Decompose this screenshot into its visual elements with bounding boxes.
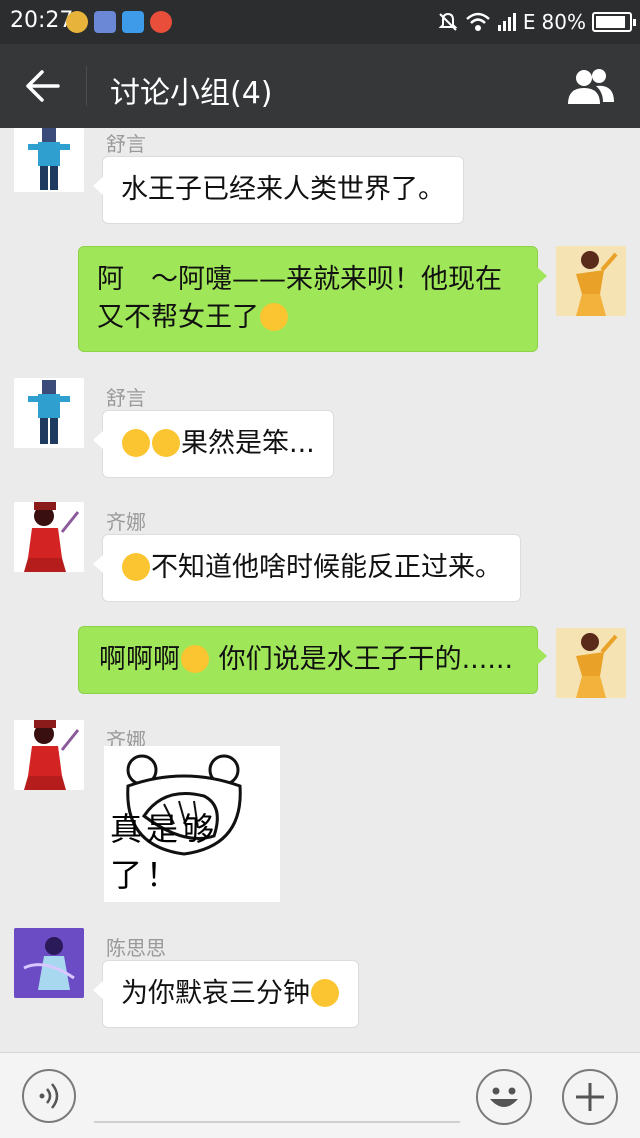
avatar-chensisi[interactable]: [14, 928, 84, 998]
message-input[interactable]: [94, 1073, 460, 1123]
avatar-me[interactable]: [556, 246, 626, 316]
back-arrow-icon[interactable]: [22, 68, 62, 104]
tears-of-joy-emoji-icon: [311, 979, 339, 1007]
message-text: 水王子已经来人类世界了。: [121, 174, 445, 205]
group-members-icon[interactable]: [566, 66, 616, 106]
message-text-line1: 阿 ～阿嚏——来就来呗！他现在: [97, 264, 502, 295]
battery-icon: [592, 12, 636, 32]
sticker-caption: 真是够了！: [110, 810, 219, 894]
unamused-emoji-icon: [152, 429, 180, 457]
more-actions-button[interactable]: [562, 1069, 618, 1125]
status-time: 20:27: [10, 8, 74, 33]
wifi-icon: [466, 12, 490, 31]
chat-title: 讨论小组(4): [110, 76, 273, 111]
message-bubble-mine[interactable]: 啊啊啊 你们说是水王子干的......: [78, 626, 547, 694]
message-text: 果然是笨...: [181, 428, 315, 459]
emoji-button[interactable]: [476, 1069, 532, 1125]
tears-of-joy-emoji-icon: [122, 553, 150, 581]
message-bubble[interactable]: 果然是笨...: [93, 410, 334, 478]
sender-name: 齐娜: [106, 510, 146, 534]
message-bubble-mine[interactable]: 阿 ～阿嚏——来就来呗！他现在 又不帮女王了: [78, 246, 547, 352]
avatar-me[interactable]: [556, 628, 626, 698]
signal-icon: [497, 13, 516, 31]
sender-name: 陈思思: [106, 936, 166, 960]
status-right: E 80%: [437, 0, 640, 44]
sender-name: 舒言: [106, 132, 146, 156]
unamused-emoji-icon: [122, 429, 150, 457]
baidu-app-icon: [94, 11, 116, 33]
title-bar: 讨论小组(4): [0, 44, 640, 128]
smiley-icon: [490, 1087, 518, 1107]
chat-area[interactable]: 舒言 水王子已经来人类世界了。 阿 ～阿嚏——来就来呗！他现在 又不帮女王了 舒…: [0, 128, 640, 1052]
title-divider: [86, 66, 87, 106]
avatar-shuyan[interactable]: [14, 378, 84, 448]
message-text: 不知道他啥时候能反正过来。: [151, 552, 502, 583]
screaming-emoji-icon: [181, 645, 209, 673]
battery-percent: 80%: [541, 10, 586, 34]
message-bubble[interactable]: 水王子已经来人类世界了。: [93, 156, 464, 224]
message-bubble[interactable]: 为你默哀三分钟: [93, 960, 359, 1028]
plus-icon: [576, 1083, 604, 1111]
avatar-qina[interactable]: [14, 720, 84, 790]
message-bubble[interactable]: 不知道他啥时候能反正过来。: [93, 534, 521, 602]
voice-input-button[interactable]: [22, 1069, 76, 1123]
emoji-icon: [260, 303, 288, 331]
mute-icon: [438, 12, 458, 31]
scanner-app-icon: [122, 11, 144, 33]
notification-app-icon: [66, 11, 88, 33]
input-bar: [0, 1052, 640, 1138]
message-text-pre: 啊啊啊: [99, 644, 180, 675]
sender-name: 舒言: [106, 386, 146, 410]
status-bar: 20:27 E 80%: [0, 0, 640, 44]
voice-icon: [39, 1083, 59, 1109]
sticker-message[interactable]: 真是够了！: [104, 746, 280, 902]
message-text-post: 你们说是水王子干的......: [210, 644, 514, 675]
browser-app-icon: [150, 11, 172, 33]
message-text: 为你默哀三分钟: [121, 978, 310, 1009]
message-text-line2: 又不帮女王了: [97, 302, 259, 333]
avatar-qina[interactable]: [14, 502, 84, 572]
avatar-shuyan[interactable]: [14, 128, 84, 192]
network-type: E: [522, 10, 536, 34]
